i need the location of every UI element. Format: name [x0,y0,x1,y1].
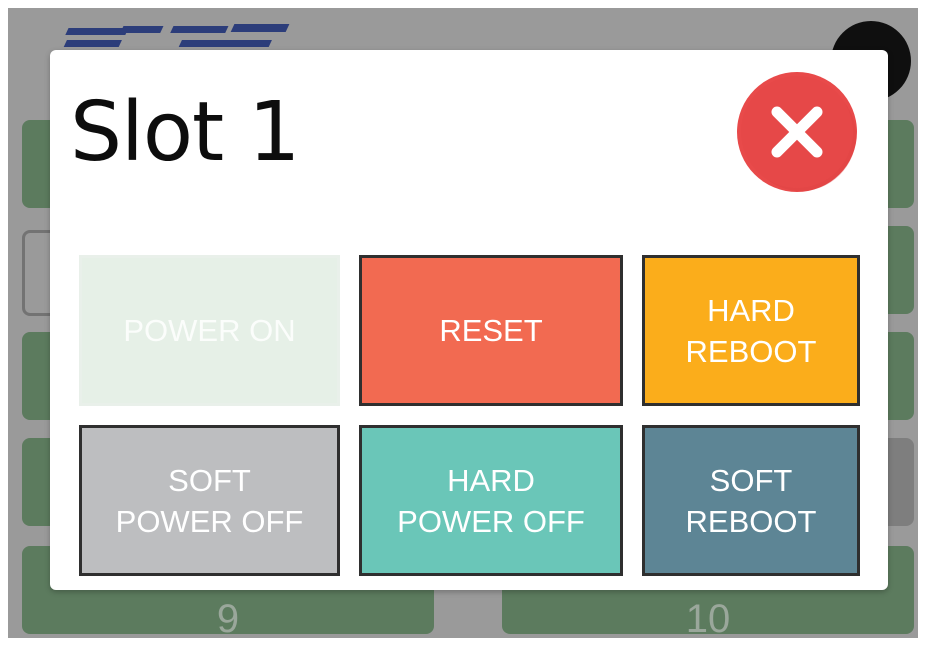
close-icon[interactable] [737,72,857,192]
soft-reboot-button[interactable]: SOFT REBOOT [642,425,860,576]
dialog-title: Slot 1 [70,85,300,180]
hard-reboot-button[interactable]: HARD REBOOT [642,255,860,406]
slot-tile-label: 9 [216,597,240,638]
slot-action-dialog: Slot 1 POWER ON RESET HARD REBOOT SOFT P… [50,50,888,590]
hard-power-off-button[interactable]: HARD POWER OFF [359,425,623,576]
soft-power-off-button[interactable]: SOFT POWER OFF [79,425,340,576]
slot-tile-label: 10 [685,597,731,638]
power-on-button[interactable]: POWER ON [79,255,340,406]
reset-button[interactable]: RESET [359,255,623,406]
